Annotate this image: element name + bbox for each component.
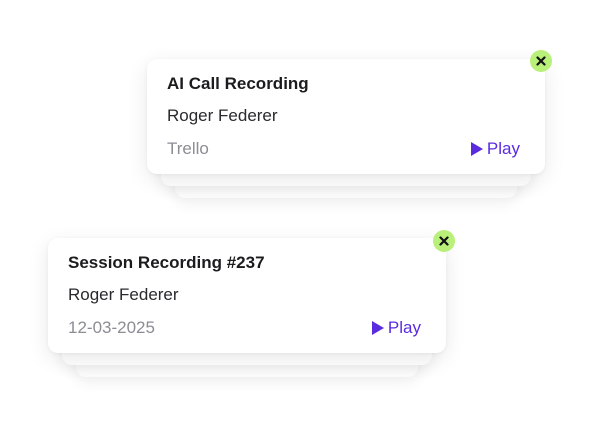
play-button[interactable]: Play [470,139,520,159]
close-button[interactable] [530,50,552,72]
play-button[interactable]: Play [371,318,421,338]
recording-card-session: Session Recording #237 Roger Federer 12-… [48,230,455,383]
close-button[interactable] [433,230,455,252]
recording-card: AI Call Recording Roger Federer Trello P… [147,59,545,174]
recording-card: Session Recording #237 Roger Federer 12-… [48,238,446,353]
card-title: AI Call Recording [167,74,309,93]
close-icon [536,56,546,66]
close-icon [439,236,449,246]
play-icon [470,142,483,156]
recording-card-ai-call: AI Call Recording Roger Federer Trello P… [147,50,552,204]
play-button-label: Play [387,318,421,337]
play-icon [371,321,384,335]
card-date: 12-03-2025 [68,318,155,337]
card-person-name: Roger Federer [68,285,179,304]
card-source: Trello [167,139,209,158]
card-title: Session Recording #237 [68,253,265,272]
card-person-name: Roger Federer [167,106,278,125]
play-button-label: Play [486,139,520,158]
